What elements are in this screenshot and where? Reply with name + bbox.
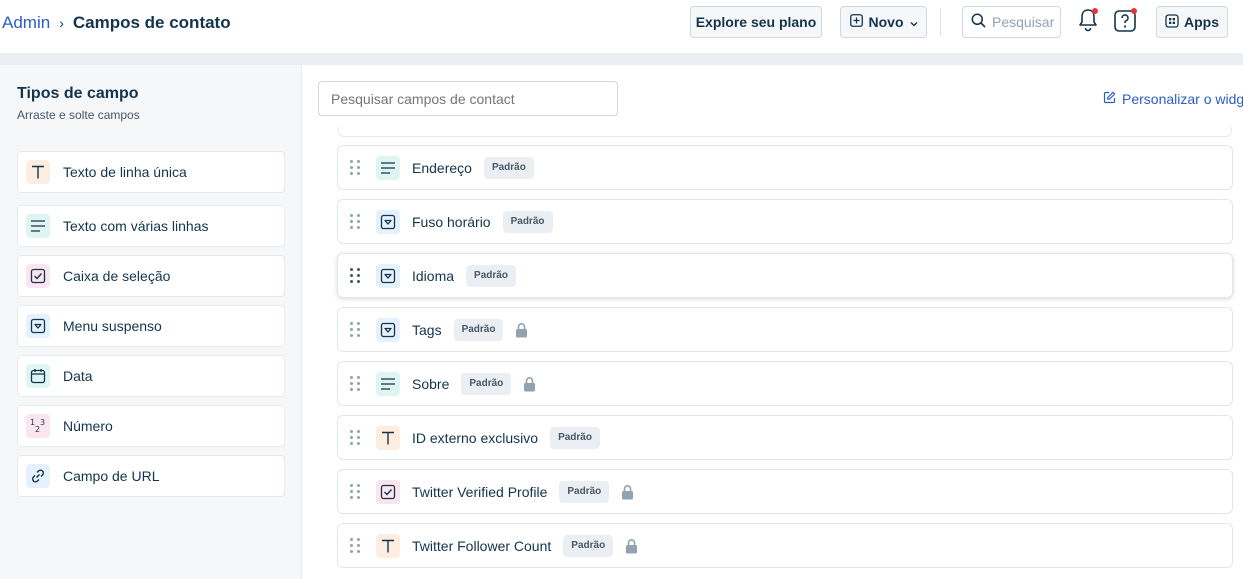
drag-handle-icon[interactable] xyxy=(350,537,360,554)
chevron-down-icon xyxy=(910,14,918,30)
field-row-fuso-horario[interactable]: Fuso horário Padrão xyxy=(337,199,1233,244)
explore-plan-button[interactable]: Explore seu plano xyxy=(690,6,822,38)
dropdown-icon xyxy=(26,314,50,338)
new-button-label: Novo xyxy=(868,14,904,30)
field-type-label: Data xyxy=(63,368,93,384)
lock-icon xyxy=(625,538,638,554)
drag-handle-icon[interactable] xyxy=(350,321,360,338)
default-badge: Padrão xyxy=(483,156,534,179)
field-row-label: Fuso horário xyxy=(412,213,491,230)
field-row-idioma[interactable]: Idioma Padrão xyxy=(337,253,1233,298)
field-type-label: Campo de URL xyxy=(63,468,160,484)
text-icon xyxy=(376,425,400,450)
paragraph-icon xyxy=(376,155,400,180)
explore-plan-label: Explore seu plano xyxy=(695,14,817,30)
checkbox-icon xyxy=(376,479,400,504)
plus-square-icon xyxy=(849,14,863,30)
sidebar-subtitle: Arraste e solte campos xyxy=(17,108,140,122)
field-row-sobre[interactable]: Sobre Padrão xyxy=(337,361,1233,406)
field-row-twitter-verified[interactable]: Twitter Verified Profile Padrão xyxy=(337,469,1233,514)
contact-fields-search-input[interactable] xyxy=(318,81,618,116)
customize-widget-label: Personalizar o widg xyxy=(1122,91,1243,107)
help-button[interactable] xyxy=(1113,7,1139,38)
default-badge: Padrão xyxy=(453,318,504,341)
field-row-label: Twitter Verified Profile xyxy=(412,483,548,500)
breadcrumb-admin-link[interactable]: Admin xyxy=(2,13,50,33)
field-types-sidebar: Tipos de campo Arraste e solte campos Te… xyxy=(0,65,302,579)
customize-widget-link[interactable]: Personalizar o widg xyxy=(1103,91,1243,107)
drag-handle-icon[interactable] xyxy=(350,159,360,176)
page-title: Campos de contato xyxy=(72,13,231,32)
default-badge: Padrão xyxy=(466,264,516,287)
paragraph-icon xyxy=(376,371,400,396)
drag-handle-icon[interactable] xyxy=(350,429,360,446)
field-type-label: Caixa de seleção xyxy=(63,268,171,284)
breadcrumb: Admin › Campos de contato xyxy=(2,13,231,33)
apps-button[interactable]: Apps xyxy=(1156,6,1228,38)
field-type-multi-line-text[interactable]: Texto com várias linhas xyxy=(17,205,285,247)
bell-icon xyxy=(1076,7,1100,38)
drag-handle-icon[interactable] xyxy=(350,483,360,500)
dropdown-icon xyxy=(376,263,400,288)
help-icon xyxy=(1113,7,1139,38)
field-row-label: Endereço xyxy=(412,159,472,176)
default-badge: Padrão xyxy=(502,210,553,233)
field-row-label: Sobre xyxy=(412,375,450,392)
drag-handle-icon[interactable] xyxy=(350,213,360,230)
lock-icon xyxy=(515,322,528,338)
global-search-placeholder: Pesquisar xyxy=(992,14,1055,30)
top-bar: Admin › Campos de contato Explore seu pl… xyxy=(0,0,1243,44)
lock-icon xyxy=(621,484,634,500)
text-icon xyxy=(376,533,400,558)
field-type-number[interactable]: 123 Número xyxy=(17,405,285,447)
search-icon xyxy=(971,13,986,31)
header-separator-band xyxy=(0,53,1243,65)
field-type-label: Menu suspenso xyxy=(63,318,162,334)
contact-fields-panel: Personalizar o widg Endereço Padrão Fuso… xyxy=(303,65,1243,579)
svg-text:3: 3 xyxy=(40,418,45,427)
dropdown-icon xyxy=(376,209,400,234)
new-button[interactable]: Novo xyxy=(840,6,927,38)
apps-icon xyxy=(1165,13,1179,31)
field-type-checkbox[interactable]: Caixa de seleção xyxy=(17,255,285,297)
default-badge: Padrão xyxy=(559,480,610,503)
field-type-label: Texto com várias linhas xyxy=(63,218,209,234)
field-type-single-line-text[interactable]: Texto de linha única xyxy=(17,151,285,193)
field-row-label: ID externo exclusivo xyxy=(412,429,539,446)
lock-icon xyxy=(523,376,536,392)
paragraph-icon xyxy=(26,214,50,238)
text-icon xyxy=(26,160,50,184)
drag-handle-icon[interactable] xyxy=(350,375,360,392)
field-row-label: Idioma xyxy=(412,267,455,284)
field-type-date[interactable]: Data xyxy=(17,355,285,397)
dropdown-icon xyxy=(376,317,400,342)
field-type-label: Texto de linha única xyxy=(63,164,187,180)
field-type-url[interactable]: Campo de URL xyxy=(17,455,285,497)
calendar-icon xyxy=(26,364,50,388)
field-row-twitter-follower-count[interactable]: Twitter Follower Count Padrão xyxy=(337,523,1233,568)
notifications-button[interactable] xyxy=(1075,7,1101,38)
number-icon: 123 xyxy=(26,414,50,438)
sidebar-title: Tipos de campo xyxy=(17,85,139,102)
header-divider xyxy=(940,8,941,36)
previous-field-row-edge xyxy=(338,127,1232,137)
field-row-label: Tags xyxy=(412,321,442,338)
breadcrumb-separator: › xyxy=(59,15,64,31)
drag-handle-icon[interactable] xyxy=(350,267,360,284)
global-search[interactable]: Pesquisar xyxy=(962,6,1061,38)
field-row-endereco[interactable]: Endereço Padrão xyxy=(337,145,1233,190)
default-badge: Padrão xyxy=(461,372,512,395)
link-icon xyxy=(26,464,50,488)
field-type-label: Número xyxy=(63,418,113,434)
field-type-dropdown[interactable]: Menu suspenso xyxy=(17,305,285,347)
checkbox-icon xyxy=(26,264,50,288)
default-badge: Padrão xyxy=(563,534,614,557)
apps-label: Apps xyxy=(1184,14,1219,30)
field-row-tags[interactable]: Tags Padrão xyxy=(337,307,1233,352)
edit-icon xyxy=(1103,91,1116,107)
field-row-id-externo[interactable]: ID externo exclusivo Padrão xyxy=(337,415,1233,460)
default-badge: Padrão xyxy=(550,426,600,449)
field-row-label: Twitter Follower Count xyxy=(412,537,552,554)
